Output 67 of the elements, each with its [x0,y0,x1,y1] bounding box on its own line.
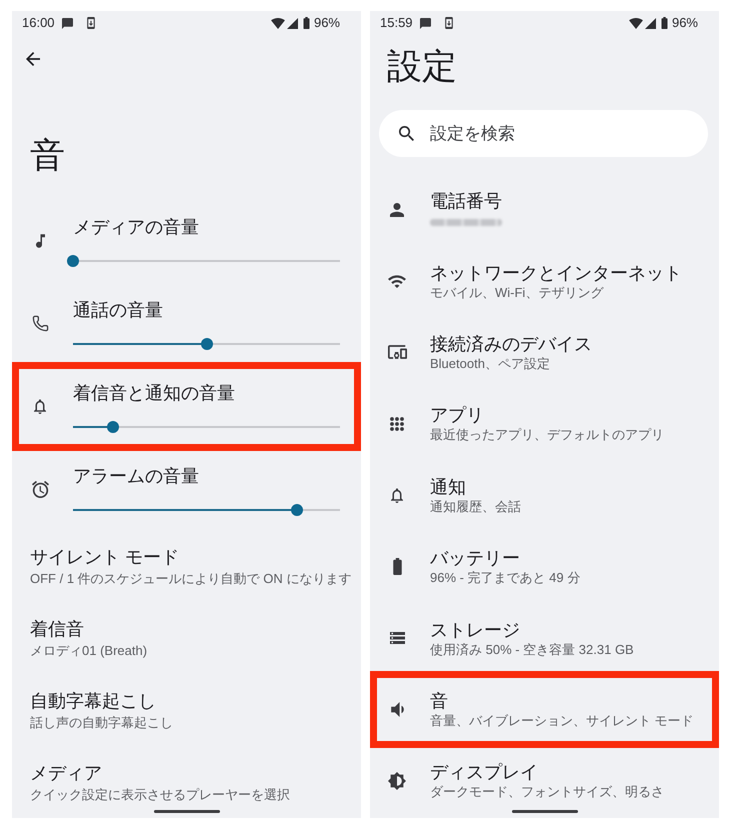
setting-title[interactable]: ネットワークとインターネット [430,260,682,285]
battery-icon [302,17,310,29]
chat-bubble-icon [420,18,431,28]
status-time: 15:59 [380,15,413,31]
phone-download-icon [86,17,95,29]
wifi-signal-icon [628,18,643,28]
battery-percent: 96% [672,15,698,31]
search-field[interactable]: 設定を検索 [379,110,708,157]
setting-title[interactable]: メディア [30,761,102,785]
setting-title[interactable]: 接続済みのデバイス [430,332,592,356]
setting-title[interactable]: バッテリー [430,546,520,570]
setting-title[interactable]: 通知 [430,474,466,499]
slider-thumb[interactable] [291,504,304,516]
wifi-icon [388,274,406,289]
battery-icon [660,17,668,29]
setting-subtitle: 音量、バイブレーション、サイレント モード [430,712,694,730]
setting-title[interactable]: 電話番号 [430,188,502,213]
page-title: 音 [30,135,65,177]
music-note-icon [36,234,44,248]
gesture-handle[interactable] [512,810,578,813]
slider-thumb[interactable] [67,254,79,266]
volume-label: アラームの音量 [73,464,199,488]
brightness-icon [388,772,406,790]
setting-subtitle: メロディ01 (Breath) [30,642,148,660]
setting-title[interactable]: ディスプレイ [430,760,538,784]
setting-subtitle: OFF / 1 件のスケジュールにより自動で ON になります [30,570,352,588]
setting-subtitle: 通知履歴、会話 [430,498,521,516]
dot-grid-icon [390,416,404,431]
slider-thumb[interactable] [200,338,212,350]
slider-thumb[interactable] [107,420,120,432]
devices-icon [388,345,406,360]
setting-subtitle: 使用済み 50% - 空き容量 32.31 GB [430,640,634,659]
cell-signal-icon [644,18,656,28]
speaker-icon [390,702,404,717]
battery-icon [392,558,402,576]
gesture-handle[interactable] [154,810,220,813]
stacked-bars-icon [390,632,404,644]
status-time: 16:00 [22,15,55,31]
setting-title[interactable]: 自動字幕起こし [30,689,156,713]
battery-percent: 96% [314,15,340,31]
setting-title[interactable]: 音 [430,688,448,713]
setting-title[interactable]: サイレント モード [30,545,180,569]
search-icon [399,126,414,141]
volume-label: 通話の音量 [73,298,163,322]
setting-subtitle: モバイル、Wi-Fi、テザリング [430,284,604,302]
setting-subtitle: Bluetooth、ペア設定 [430,354,550,373]
setting-subtitle: ダークモード、フォントサイズ、明るさ [430,783,664,802]
back-arrow-icon[interactable] [26,52,40,66]
chat-bubble-icon [62,18,73,28]
bell-icon [34,399,46,414]
setting-title[interactable]: 着信音 [30,617,84,641]
setting-title[interactable]: アプリ [430,403,484,428]
bell-icon [391,488,403,503]
cell-signal-icon [286,18,298,28]
volume-label: 着信音と通知の音量 [73,382,235,404]
setting-subtitle: クイック設定に表示させるプレーヤーを選択 [30,786,290,804]
person-icon [390,202,404,217]
setting-subtitle: 96% - 完了まであと 49 分 [430,569,580,588]
setting-subtitle: 話し声の自動字幕起こし [30,714,173,732]
volume-label: メディアの音量 [73,216,199,238]
phone-download-icon [444,17,453,29]
setting-title[interactable]: ストレージ [430,618,520,642]
setting-subtitle: 最近使ったアプリ、デフォルトのアプリ [430,426,664,444]
alarm-clock-icon [32,481,48,498]
phone-icon [32,315,48,332]
wifi-signal-icon [270,18,285,28]
page-title: 設定 [387,46,457,88]
